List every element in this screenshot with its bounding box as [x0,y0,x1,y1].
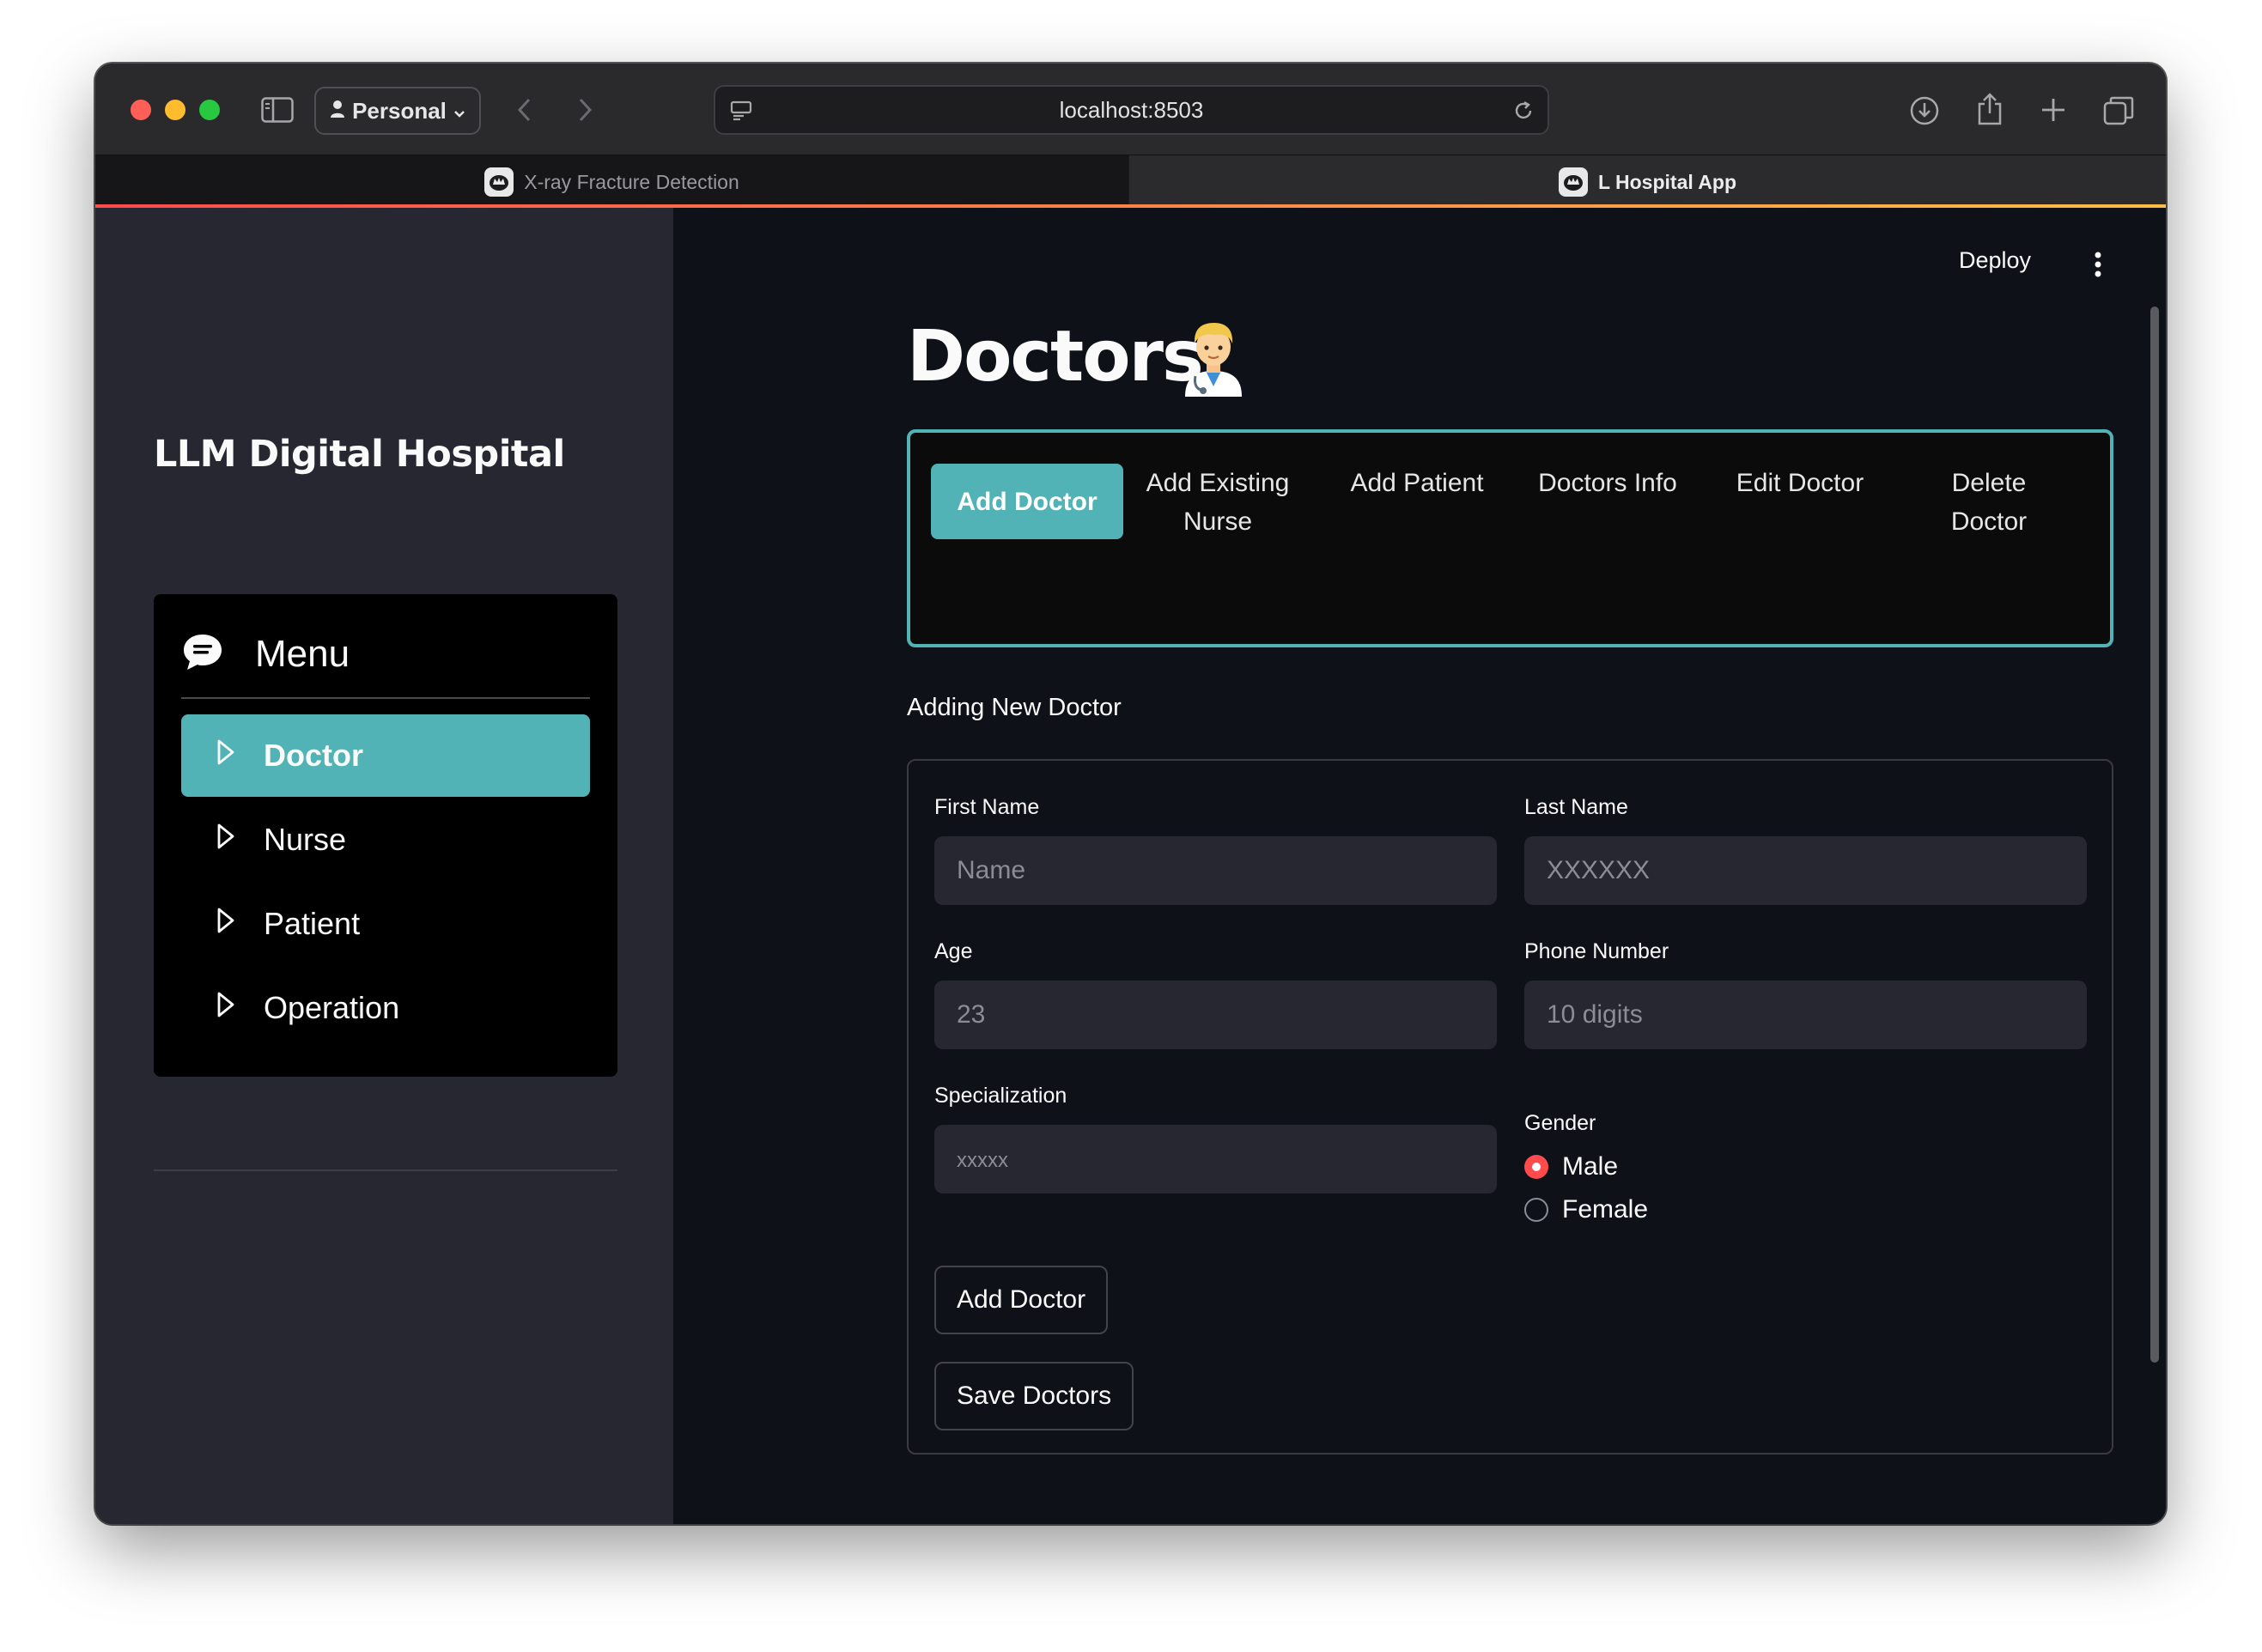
sidebar-item-label: Nurse [264,822,347,857]
new-tab-icon[interactable] [2038,94,2069,125]
subnav-edit-doctor[interactable]: Edit Doctor [1706,464,1894,539]
profile-switcher[interactable]: Personal [314,87,481,135]
profile-label: Personal [352,97,447,124]
sidebar-item-nurse[interactable]: Nurse [181,799,590,881]
caret-right-icon [216,738,236,774]
reload-icon[interactable] [1511,99,1535,123]
tab-title: X-ray Fracture Detection [524,170,739,193]
sidebar-item-doctor[interactable]: Doctor [181,714,590,797]
minimize-window-button[interactable] [165,100,185,120]
tab-overview-icon[interactable] [2101,94,2136,127]
browser-toolbar: Personal localhost:8503 [95,64,2166,155]
phone-input[interactable] [1524,981,2087,1049]
chevron-down-icon [453,98,465,125]
tab-title: L Hospital App [1598,170,1736,193]
radio-male[interactable] [1524,1155,1548,1179]
tab-hospital-app[interactable]: L Hospital App [1129,155,2166,209]
sidebar-item-label: Doctor [264,738,363,773]
page-title: Doctors [907,316,1204,398]
specialization-label: Specialization [934,1084,1067,1108]
sidebar-item-patient[interactable]: Patient [181,883,590,965]
add-doctor-button[interactable]: Add Doctor [934,1266,1109,1334]
phone-label: Phone Number [1524,939,1669,963]
subnav-add-patient[interactable]: Add Patient [1323,464,1511,539]
close-window-button[interactable] [131,100,151,120]
doctor-subnav: Add Doctor Add Existing Nurse Add Patien… [907,429,2113,647]
add-doctor-form: First Name Last Name Age Phone Number Sp… [907,759,2113,1455]
caret-right-icon [216,906,236,942]
last-name-input[interactable] [1524,836,2087,905]
tab-xray[interactable]: X-ray Fracture Detection [95,155,1128,209]
sidebar-divider [154,1169,617,1171]
specialization-input[interactable] [934,1125,1497,1193]
address-bar[interactable]: localhost:8503 [714,85,1549,135]
deploy-button[interactable]: Deploy [1959,247,2031,274]
streamlit-favicon-icon [484,167,514,197]
sidebar-title: LLM Digital Hospital [154,433,565,476]
sidebar-item-operation[interactable]: Operation [181,967,590,1049]
share-icon[interactable] [1973,91,2006,127]
option-menu: Menu Doctor Nurse Patient Operation [154,594,617,1077]
caret-right-icon [216,990,236,1026]
downloads-icon[interactable] [1908,94,1941,127]
radio-female[interactable] [1524,1198,1548,1222]
sidebar-item-label: Patient [264,906,361,941]
gender-option-female[interactable]: Female [1524,1195,1648,1224]
save-doctors-button[interactable]: Save Doctors [934,1362,1134,1430]
tab-bar: X-ray Fracture Detection L Hospital App [95,155,2166,210]
subnav-delete-doctor[interactable]: Delete Doctor [1920,464,2058,539]
browser-window: Personal localhost:8503 X-ray Fracture D… [95,64,2166,1524]
last-name-label: Last Name [1524,795,1628,819]
page-title-text: Doctors [907,316,1204,398]
streamlit-favicon-icon [1559,167,1588,197]
section-heading: Adding New Doctor [907,694,1122,721]
caret-right-icon [216,822,236,858]
menu-title: Menu [255,633,350,675]
chat-icon [181,632,224,677]
radio-label: Male [1562,1152,1619,1181]
person-icon [330,98,345,125]
sidebar: LLM Digital Hospital Menu Doctor Nurse P… [95,208,673,1524]
gender-option-male[interactable]: Male [1524,1152,1618,1181]
scrollbar[interactable] [2150,307,2159,1363]
subnav-add-existing-nurse[interactable]: Add Existing Nurse [1132,464,1304,539]
gender-label: Gender [1524,1111,1596,1135]
subnav-add-doctor[interactable]: Add Doctor [931,464,1123,539]
url-text: localhost:8503 [1059,96,1204,123]
doctor-emoji-icon [1180,318,1247,401]
age-input[interactable] [934,981,1497,1049]
first-name-label: First Name [934,795,1040,819]
main-menu-icon[interactable] [2093,251,2103,282]
menu-header: Menu [181,611,590,699]
sidebar-item-label: Operation [264,990,400,1025]
zoom-window-button[interactable] [199,100,220,120]
sidebar-toggle-icon[interactable] [260,96,295,124]
radio-label: Female [1562,1195,1649,1224]
subnav-doctors-info[interactable]: Doctors Info [1522,464,1693,539]
back-icon[interactable] [511,96,537,124]
age-label: Age [934,939,973,963]
forward-icon[interactable] [573,96,599,124]
first-name-input[interactable] [934,836,1497,905]
